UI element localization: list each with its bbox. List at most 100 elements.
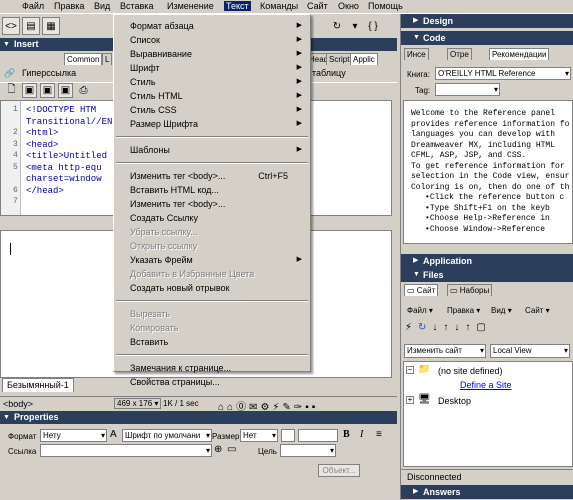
menu-6[interactable]: Команды <box>258 1 300 11</box>
reference-bullet-text: Click the reference button c <box>429 193 565 202</box>
menu-7[interactable]: Сайт <box>305 1 330 11</box>
connect-icon[interactable]: ⚡ <box>405 322 418 333</box>
code-view-icon[interactable]: <> <box>2 17 20 35</box>
refresh-icon[interactable]: ↻ <box>328 17 346 35</box>
site-select[interactable]: Изменить сайт <box>404 344 486 358</box>
code-panel-header[interactable]: ▼ Code <box>401 31 573 45</box>
tab-site[interactable]: ▭ Сайт <box>404 284 439 296</box>
menu-item[interactable]: Стиль CSS ▶ <box>116 103 308 117</box>
link-field[interactable] <box>40 444 212 457</box>
menu-2[interactable]: Вид <box>92 1 112 11</box>
print-icon[interactable]: ⎙ <box>76 83 91 98</box>
open-icon[interactable]: ▣ <box>22 83 37 98</box>
table-label[interactable]: таблицу <box>312 68 346 78</box>
files-menu-edit[interactable]: Правка ▾ <box>447 306 480 315</box>
book-select[interactable]: O'REILLY HTML Reference <box>435 67 571 80</box>
font-select[interactable]: Шрифт по умолчани <box>122 429 212 442</box>
align-left-icon[interactable]: ≡ <box>376 429 382 440</box>
menu-3[interactable]: Вставка <box>118 1 155 11</box>
new-file-icon[interactable]: 🗋 <box>4 83 19 98</box>
hyperlink-icon[interactable]: 🔗 <box>4 68 15 79</box>
menu-item[interactable]: Размер Шрифта ▶ <box>116 117 308 131</box>
files-menu-file[interactable]: Файл ▾ <box>407 306 433 315</box>
desktop-label[interactable]: Desktop <box>438 396 471 406</box>
refresh-files-icon[interactable]: ↻ <box>418 322 432 333</box>
object-button[interactable]: Объект... <box>318 464 360 477</box>
tab-snippets[interactable]: Отре <box>447 48 472 60</box>
menu-item[interactable]: Замечания к странице... <box>116 361 308 375</box>
tag-selector[interactable]: <body> <box>3 399 33 409</box>
files-menu-site[interactable]: Сайт ▾ <box>525 306 550 315</box>
menu-item[interactable]: Шаблоны ▶ <box>116 143 308 157</box>
menu-item[interactable]: Шрифт ▶ <box>116 61 308 75</box>
collapse-triangle-icon: ▶ <box>413 17 419 24</box>
menu-1[interactable]: Правка <box>52 1 86 11</box>
tab-script[interactable]: Script <box>326 53 353 65</box>
save-all-icon[interactable]: ▣ <box>58 83 73 98</box>
tag-select[interactable] <box>435 83 500 96</box>
menu-item[interactable]: Стиль HTML ▶ <box>116 89 308 103</box>
tab-application[interactable]: Applic <box>350 53 378 65</box>
code-braces-icon[interactable]: { } <box>364 17 382 35</box>
css-style-icon[interactable]: A <box>110 429 117 440</box>
menu-item[interactable]: Указать Фрейм ▶ <box>116 253 308 267</box>
menu-item[interactable]: Изменить тег <body>... <box>116 197 308 211</box>
design-panel-header[interactable]: ▶ Design <box>401 14 573 28</box>
point-to-file-icon[interactable]: ⊕ <box>214 444 222 455</box>
bold-icon[interactable]: B <box>343 429 350 440</box>
color-picker[interactable] <box>281 429 295 442</box>
answers-panel-header[interactable]: ▶ Answers <box>401 485 573 499</box>
tab-common[interactable]: Common <box>64 53 103 65</box>
tab-assets[interactable]: ▭ Наборы <box>447 284 493 296</box>
menu-9[interactable]: Помощь <box>366 1 405 11</box>
files-panel-header[interactable]: ▼ Files <box>401 268 573 282</box>
code-line: </head> <box>26 185 64 196</box>
menu-0[interactable]: Файл <box>20 1 46 11</box>
define-site-link[interactable]: Define a Site <box>460 380 512 390</box>
target-select[interactable] <box>280 444 336 457</box>
tab-layout[interactable]: L <box>102 53 113 65</box>
window-size[interactable]: 469 x 176 ▾ <box>114 398 162 409</box>
book-value: O'REILLY HTML Reference <box>438 69 536 78</box>
options-icon[interactable]: ▾ <box>346 17 364 35</box>
view-select[interactable]: Local View <box>490 344 570 358</box>
menu-item[interactable]: Список ▶ <box>116 33 308 47</box>
split-view-icon[interactable]: ▤ <box>22 17 40 35</box>
menu-item[interactable]: Свойства страницы... <box>116 375 308 389</box>
check-in-icon[interactable]: ↑ <box>465 322 476 333</box>
document-tab[interactable]: Безымянный-1 <box>2 378 74 392</box>
design-view-icon[interactable]: ▦ <box>42 17 60 35</box>
browse-folder-icon[interactable]: ▭ <box>227 444 236 455</box>
expand-panel-icon[interactable]: ▢ <box>476 322 491 333</box>
application-panel-header[interactable]: ▶ Application <box>401 254 573 268</box>
menu-item-label: Создать новый отрывок <box>130 283 230 293</box>
expand-node-icon[interactable]: + <box>406 396 414 404</box>
menu-item[interactable]: Формат абзаца ▶ <box>116 19 308 33</box>
menu-item-label: Вставить <box>130 337 169 347</box>
check-out-icon[interactable]: ↓ <box>454 322 465 333</box>
menu-item[interactable]: Вставить HTML код... <box>116 183 308 197</box>
hyperlink-label[interactable]: Гиперссылка <box>22 68 76 78</box>
menu-item[interactable]: Выравнивание ▶ <box>116 47 308 61</box>
format-select[interactable]: Нету <box>40 429 107 442</box>
menu-item[interactable]: Изменить тег <body>... Ctrl+F5 <box>116 169 308 183</box>
put-icon[interactable]: ↑ <box>443 322 454 333</box>
menu-item[interactable]: Вставить <box>116 335 308 349</box>
menu-4[interactable]: Изменение <box>165 1 216 11</box>
menu-item-label: Добавить в Избранные Цвета <box>130 269 255 279</box>
properties-panel-header[interactable]: ▼ Properties <box>0 411 397 424</box>
size-select[interactable]: Нет <box>240 429 278 442</box>
italic-icon[interactable]: I <box>360 429 363 440</box>
menu-item[interactable]: Стиль ▶ <box>116 75 308 89</box>
menu-5[interactable]: Текст <box>224 1 251 11</box>
get-icon[interactable]: ↓ <box>432 322 443 333</box>
menu-8[interactable]: Окно <box>336 1 361 11</box>
files-menu-view[interactable]: Вид ▾ <box>491 306 512 315</box>
collapse-node-icon[interactable]: − <box>406 366 414 374</box>
save-icon[interactable]: ▣ <box>40 83 55 98</box>
tab-reference[interactable]: Рекомендации <box>489 48 550 60</box>
tab-insert[interactable]: Инсе <box>404 48 429 60</box>
menu-item[interactable]: Создать новый отрывок <box>116 281 308 295</box>
color-field[interactable] <box>298 429 338 442</box>
menu-item[interactable]: Создать Ссылку <box>116 211 308 225</box>
